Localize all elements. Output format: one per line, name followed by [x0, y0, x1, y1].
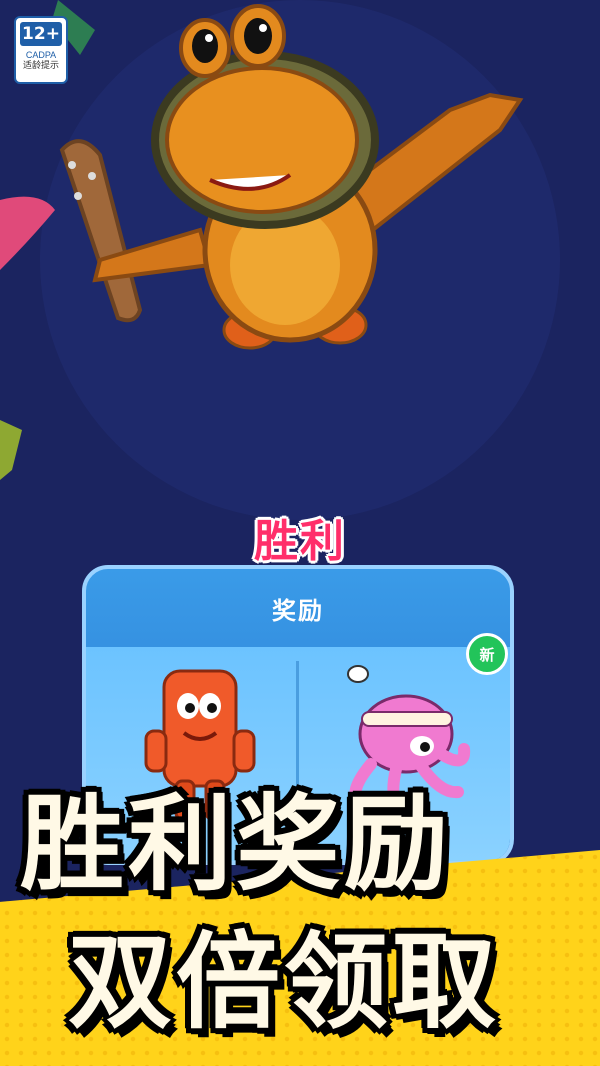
- promo-line-1: 胜利奖励: [20, 783, 453, 905]
- age-rating-tip: 适龄提示: [22, 61, 59, 71]
- victory-title: 胜利: [254, 516, 346, 567]
- reward-panel-title: 奖励: [272, 597, 324, 625]
- age-rating-badge: 12+ CADPA 适龄提示: [14, 16, 68, 84]
- age-rating-org: CADPA: [25, 50, 57, 60]
- new-badge: 新: [466, 633, 508, 675]
- promo-line-2: 双倍领取: [68, 921, 501, 1043]
- age-rating-number: 12+: [20, 22, 62, 46]
